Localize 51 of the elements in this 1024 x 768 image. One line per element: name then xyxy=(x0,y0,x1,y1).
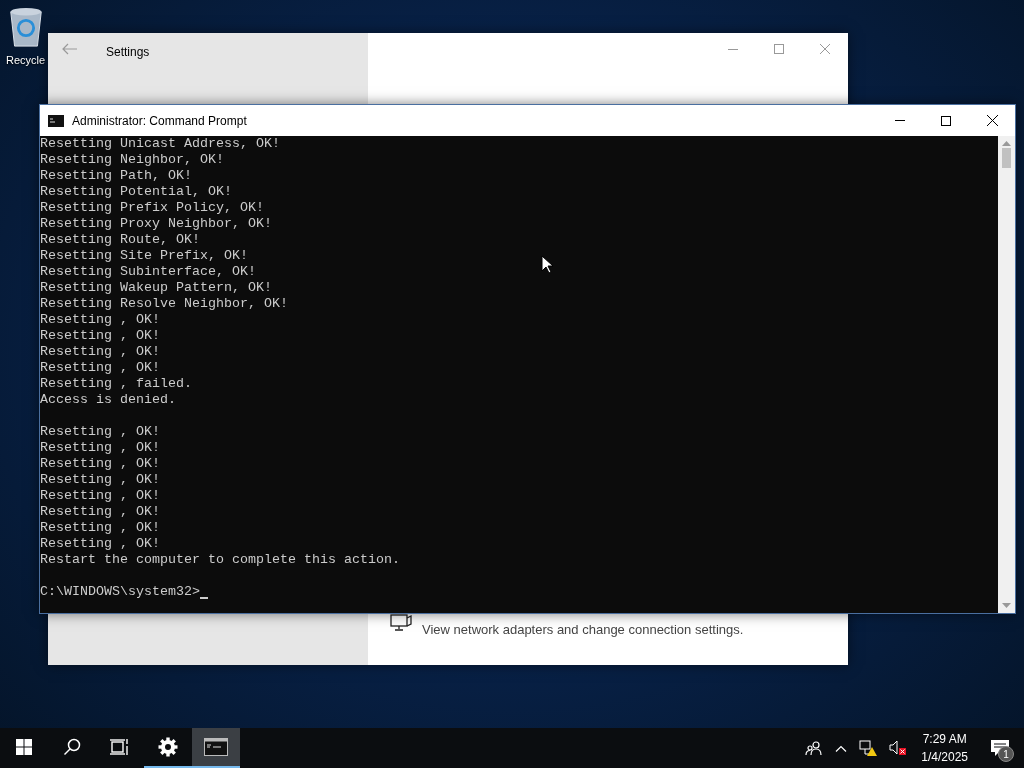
console-line: Restart the computer to complete this action. xyxy=(40,552,400,568)
console-line: Resetting , OK! xyxy=(40,328,160,344)
console-line: Resetting , OK! xyxy=(40,360,160,376)
taskbar-button[interactable] xyxy=(192,728,240,768)
console-line: Resetting Subinterface, OK! xyxy=(40,264,256,280)
window-title: Settings xyxy=(106,45,150,59)
close-icon xyxy=(986,115,998,126)
desktop-icon-label: Recycle xyxy=(6,54,46,66)
notification-count: 1 xyxy=(998,746,1014,762)
minimize-icon xyxy=(895,120,905,121)
console-line: Resetting Site Prefix, OK! xyxy=(40,248,248,264)
text-cursor xyxy=(199,597,208,599)
console-line: Resetting , OK! xyxy=(40,520,160,536)
console-line: Resetting , OK! xyxy=(40,488,160,504)
console-line: Resetting Prefix Policy, OK! xyxy=(40,200,264,216)
console-icon xyxy=(48,114,64,127)
console-line: Access is denied. xyxy=(40,392,176,408)
console-line: Resetting , OK! xyxy=(40,472,160,488)
console-line: Resetting Neighbor, OK! xyxy=(40,152,224,168)
window-title: Administrator: Command Prompt xyxy=(72,113,248,128)
mouse-pointer-icon xyxy=(541,255,553,274)
console-line: Resetting Route, OK! xyxy=(40,232,200,248)
maximize-icon xyxy=(774,44,784,54)
minimize-icon xyxy=(728,48,738,50)
console-line: Resetting Wakeup Pattern, OK! xyxy=(40,280,272,296)
gear-icon xyxy=(158,737,178,757)
command-prompt: C:\WINDOWS\system32> xyxy=(40,584,200,600)
clock[interactable]: 7:29 AM 1/4/2025 xyxy=(913,730,976,766)
monitor-icon xyxy=(390,614,412,632)
notifications-button[interactable]: 1 xyxy=(976,728,1024,768)
console-line: Resetting , OK! xyxy=(40,536,160,552)
console-line: Resetting , OK! xyxy=(40,312,160,328)
console-line: Resetting , OK! xyxy=(40,504,160,520)
console-line: Resetting Proxy Neighbor, OK! xyxy=(40,216,272,232)
console-icon xyxy=(204,738,228,756)
console-line: Resetting , failed. xyxy=(40,376,192,392)
console-line: Resetting , OK! xyxy=(40,344,160,360)
windows-logo-icon xyxy=(16,739,32,755)
task-view-icon xyxy=(110,738,130,756)
scrollbar-thumb[interactable] xyxy=(1002,148,1011,168)
console-line: Resetting , OK! xyxy=(40,424,160,440)
search-icon xyxy=(63,738,81,756)
description-text: View network adapters and change connection settings. xyxy=(422,622,744,637)
console-line: Resetting , OK! xyxy=(40,440,160,456)
console-line: Resetting Unicast Address, OK! xyxy=(40,136,280,152)
console-line: Resetting Resolve Neighbor, OK! xyxy=(40,296,288,312)
close-icon xyxy=(820,44,830,54)
console-line: Resetting Potential, OK! xyxy=(40,184,232,200)
console-line: Resetting , OK! xyxy=(40,456,160,472)
maximize-icon xyxy=(941,115,951,126)
console-line: Resetting Path, OK! xyxy=(40,168,192,184)
